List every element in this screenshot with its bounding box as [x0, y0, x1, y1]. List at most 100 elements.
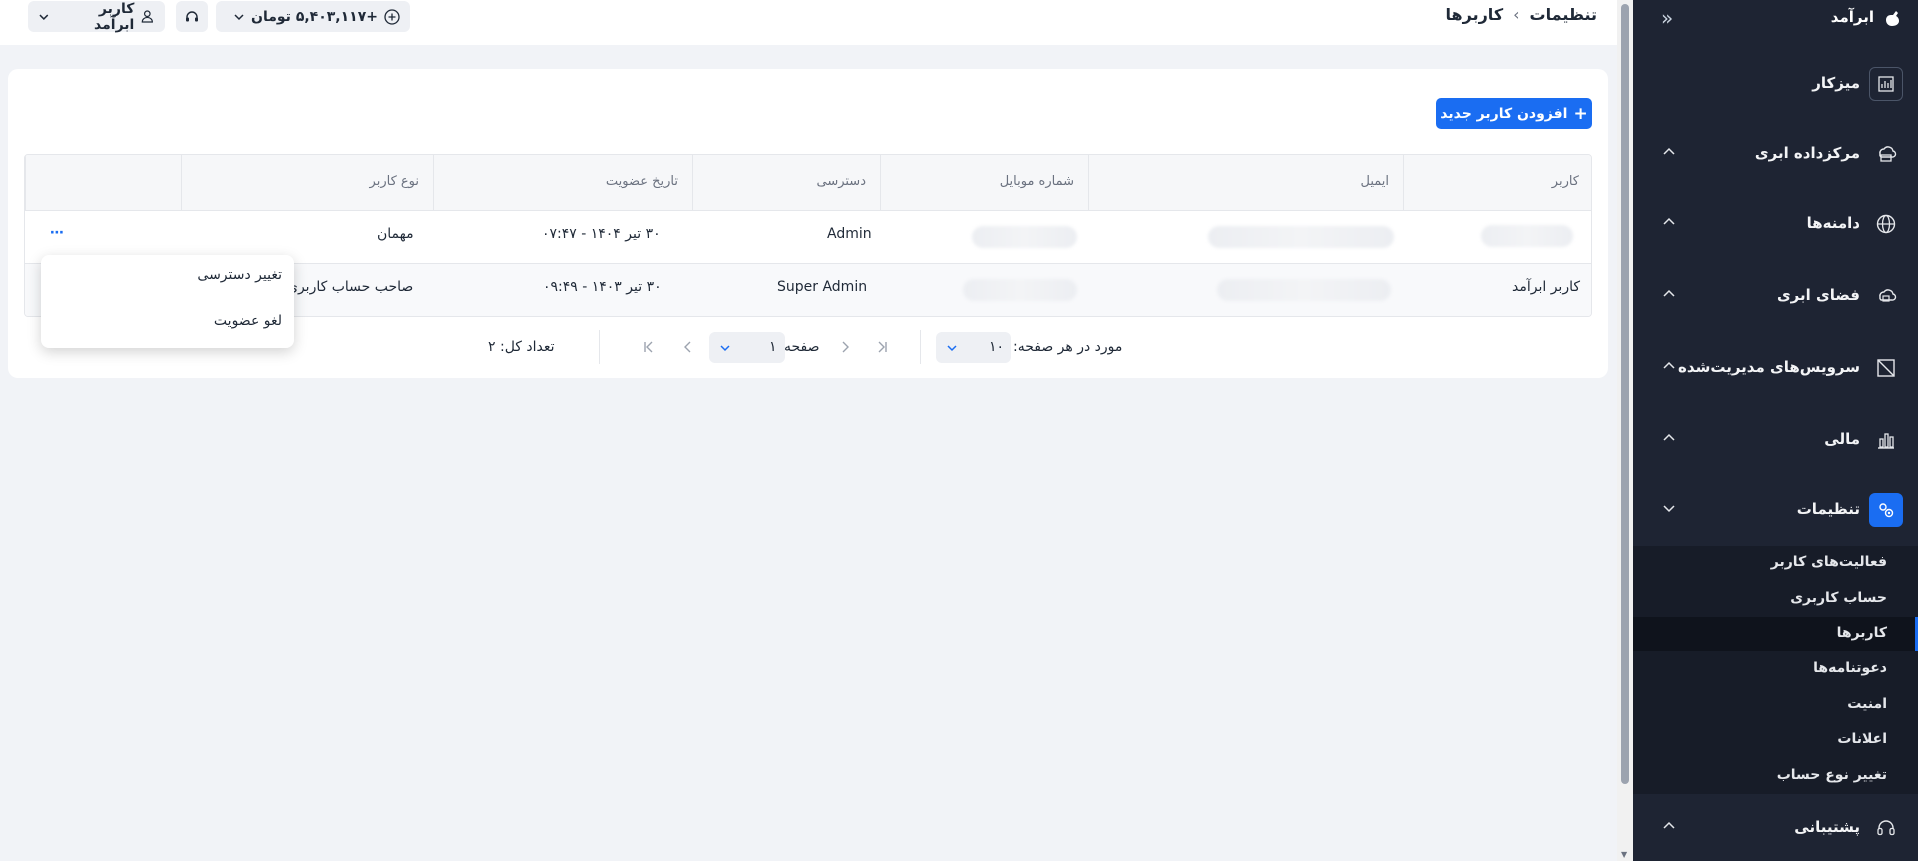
sidebar-item-label: مالی	[1824, 430, 1860, 448]
page-value: ۱	[769, 339, 777, 355]
sidebar-item-label: دامنه‌ها	[1806, 214, 1860, 232]
breadcrumb-separator-icon: ›	[1513, 5, 1520, 24]
submenu-item-account[interactable]: حساب کاربری	[1633, 582, 1918, 616]
sidebar-item-cloud-datacenter[interactable]: مرکزداده ابری	[1633, 132, 1918, 174]
page-select[interactable]: ۱	[709, 332, 785, 363]
mobile-redacted	[963, 279, 1077, 301]
user-icon	[142, 10, 154, 23]
settings-icon	[1869, 493, 1903, 527]
row-actions-icon[interactable]: ⋯	[50, 225, 65, 241]
balance-pill[interactable]: +۵,۴۰۳,۱۱۷ تومان	[216, 1, 410, 32]
sidebar: ابرآمد « میزکار مرکزداده ابری دامنه‌ها ف…	[1633, 0, 1918, 861]
next-page-icon[interactable]	[837, 339, 853, 355]
table-header: کاربر ایمیل شماره موبایل دسترسی تاریخ عض…	[25, 155, 1591, 211]
column-header-join-date: تاریخ عضویت	[433, 155, 692, 211]
finance-chart-icon	[1869, 423, 1903, 457]
headset-icon	[1869, 811, 1903, 845]
column-header-actions	[25, 155, 181, 211]
total-count: تعداد کل: ۲	[488, 339, 555, 355]
sidebar-item-support[interactable]: پشتیبانی	[1633, 806, 1918, 848]
per-page-value: ۱۰	[989, 339, 1005, 355]
user-name: کاربر ابرآمد	[94, 0, 135, 33]
sidebar-item-label: تنظیمات	[1796, 500, 1860, 518]
globe-icon	[1869, 207, 1903, 241]
chevron-down-icon	[720, 345, 730, 352]
email-redacted	[1217, 279, 1391, 301]
chevron-down-icon	[234, 13, 244, 20]
breadcrumb-parent[interactable]: تنظیمات	[1530, 5, 1597, 24]
sidebar-item-label: میزکار	[1812, 74, 1860, 92]
top-header: تنظیمات › کاربرها +۵,۴۰۳,۱۱۷ تومان کاربر…	[0, 0, 1617, 45]
chevron-down-icon	[39, 14, 49, 20]
chevron-up-icon[interactable]	[1661, 144, 1677, 160]
sidebar-item-label: سرویس‌های مدیریت‌شده	[1678, 358, 1860, 376]
dashboard-icon	[1869, 67, 1903, 101]
scrollbar-thumb[interactable]	[1621, 4, 1629, 784]
page-label: صفحه	[784, 339, 820, 355]
submenu-item-notifications[interactable]: اعلانات	[1633, 723, 1918, 757]
revoke-membership-option[interactable]: لغو عضویت	[214, 313, 282, 329]
submenu-item-user-activity[interactable]: فعالیت‌های کاربر	[1633, 546, 1918, 580]
sidebar-item-label: مرکزداده ابری	[1754, 144, 1860, 162]
user-menu[interactable]: کاربر ابرآمد	[28, 0, 165, 33]
breadcrumb: تنظیمات › کاربرها	[1446, 5, 1597, 24]
join-date-cell: ۳۰ تیر ۱۴۰۴ - ۰۷:۴۷	[542, 226, 661, 242]
sidebar-item-finance[interactable]: مالی	[1633, 418, 1918, 460]
access-cell: Super Admin	[777, 279, 868, 295]
sidebar-item-dashboard[interactable]: میزکار	[1633, 62, 1918, 104]
column-header-access: دسترسی	[692, 155, 880, 211]
first-page-icon[interactable]	[641, 339, 657, 355]
chevron-up-icon[interactable]	[1661, 430, 1677, 446]
divider	[599, 330, 600, 364]
last-page-icon[interactable]	[874, 339, 890, 355]
chevron-up-icon[interactable]	[1661, 286, 1677, 302]
submenu-item-change-account-type[interactable]: تغییر نوع حساب	[1633, 759, 1918, 793]
column-header-user-type: نوع کاربر	[181, 155, 433, 211]
column-header-mobile: شماره موبایل	[880, 155, 1088, 211]
managed-services-icon	[1869, 351, 1903, 385]
brand-name: ابرآمد	[1830, 8, 1874, 26]
sidebar-item-label: فضای ابری	[1776, 286, 1860, 304]
sidebar-brand: ابرآمد «	[1633, 0, 1918, 36]
email-redacted	[1208, 226, 1394, 248]
submenu-item-invitations[interactable]: دعوتنامه‌ها	[1633, 652, 1918, 686]
page-scrollbar[interactable]: ▼	[1617, 0, 1633, 861]
submenu-item-security[interactable]: امنیت	[1633, 688, 1918, 722]
user-name-cell: کاربر ابرآمد	[1512, 279, 1581, 295]
add-user-button[interactable]: + افزودن کاربر جدید	[1436, 98, 1592, 129]
add-user-label: افزودن کاربر جدید	[1440, 105, 1568, 122]
sidebar-item-cloud-space[interactable]: فضای ابری	[1633, 274, 1918, 316]
collapse-sidebar-icon[interactable]: «	[1661, 6, 1673, 30]
user-name-redacted	[1481, 225, 1573, 247]
sidebar-item-managed-services[interactable]: سرویس‌های مدیریت‌شده	[1633, 346, 1918, 388]
user-type-cell: صاحب حساب کاربری	[287, 279, 414, 295]
chevron-up-icon[interactable]	[1661, 214, 1677, 230]
row-actions-menu: تغییر دسترسی لغو عضویت	[41, 255, 294, 348]
previous-page-icon[interactable]	[680, 339, 696, 355]
balance-amount: +۵,۴۰۳,۱۱۷ تومان	[251, 8, 378, 25]
change-access-option[interactable]: تغییر دسترسی	[197, 267, 282, 283]
user-type-cell: مهمان	[377, 226, 414, 242]
divider	[920, 330, 921, 364]
column-header-email: ایمیل	[1088, 155, 1403, 211]
chevron-down-icon[interactable]	[1661, 500, 1677, 516]
add-circle-icon[interactable]	[384, 8, 400, 25]
column-header-user: کاربر	[1403, 155, 1591, 211]
mobile-redacted	[972, 226, 1077, 248]
chevron-up-icon[interactable]	[1661, 358, 1677, 374]
scroll-down-icon[interactable]: ▼	[1621, 850, 1627, 859]
chevron-up-icon[interactable]	[1661, 818, 1677, 834]
per-page-select[interactable]: ۱۰	[936, 332, 1011, 363]
submenu-item-users[interactable]: کاربرها	[1633, 617, 1918, 651]
plus-icon: +	[1573, 103, 1588, 124]
headset-icon	[186, 10, 198, 21]
access-cell: Admin	[827, 226, 872, 242]
per-page-label: مورد در هر صفحه:	[1013, 339, 1123, 355]
chevron-down-icon	[947, 345, 957, 352]
sidebar-item-settings[interactable]: تنظیمات	[1633, 488, 1918, 530]
sidebar-item-label: پشتیبانی	[1794, 818, 1860, 836]
breadcrumb-current: کاربرها	[1445, 5, 1504, 24]
cloud-datacenter-icon	[1869, 137, 1903, 171]
support-button[interactable]	[176, 1, 208, 32]
sidebar-item-domains[interactable]: دامنه‌ها	[1633, 202, 1918, 244]
